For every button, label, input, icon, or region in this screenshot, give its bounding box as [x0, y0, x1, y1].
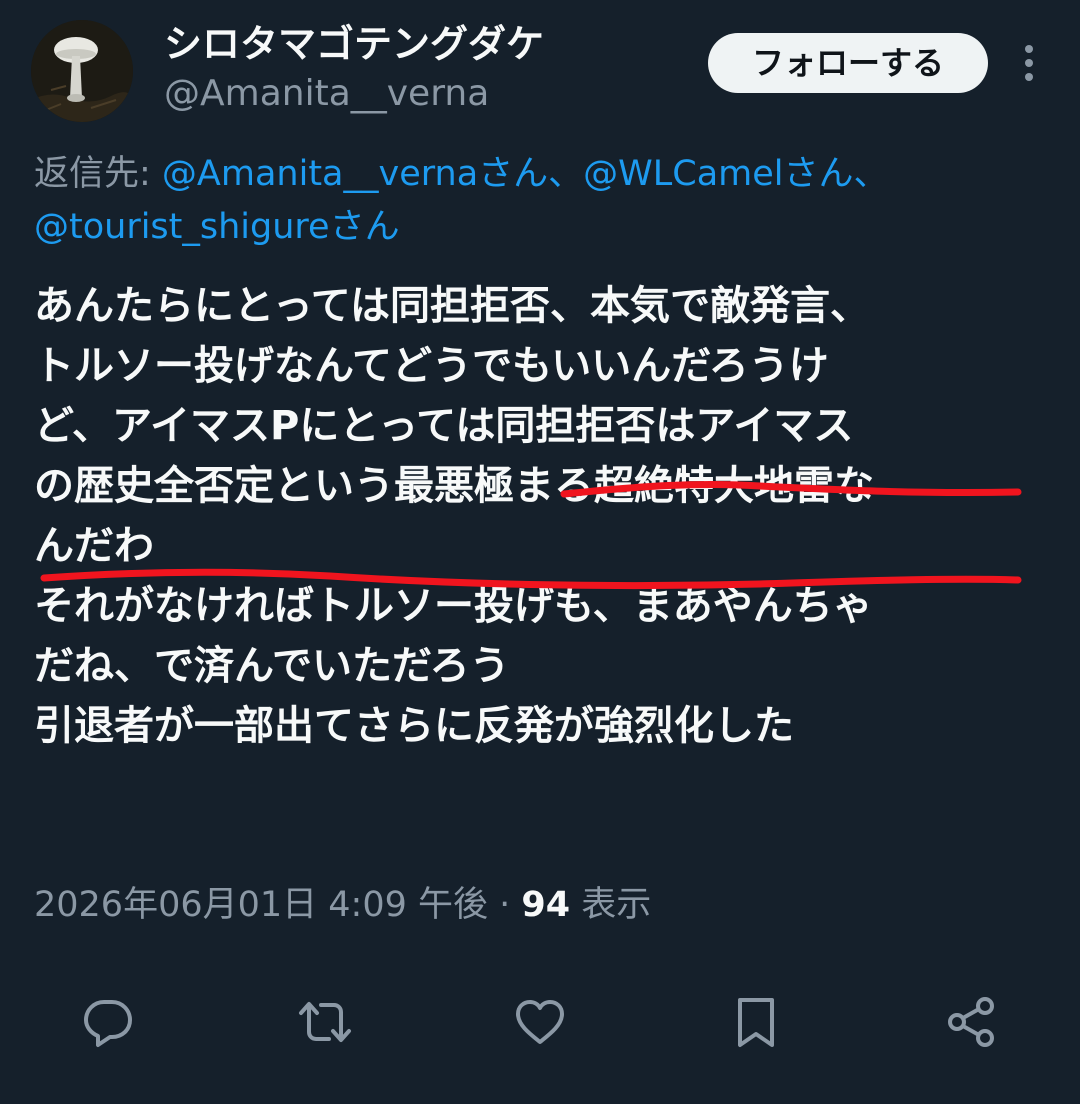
reply-button[interactable]: [80, 994, 136, 1050]
share-button[interactable]: [943, 994, 999, 1050]
meta-separator: ·: [488, 885, 522, 925]
like-icon: [516, 1000, 564, 1044]
retweet-button[interactable]: [297, 994, 353, 1050]
bookmark-button[interactable]: [728, 994, 784, 1050]
red-underline-marks: [40, 480, 1022, 590]
reply-icon: [84, 1000, 132, 1047]
retweet-icon: [299, 1002, 351, 1042]
like-button[interactable]: [512, 994, 568, 1050]
views-count: 94: [521, 885, 571, 925]
views-label: 表示: [570, 885, 652, 925]
timestamp[interactable]: 2026年06月01日 4:09 午後: [34, 885, 488, 925]
bookmark-icon: [738, 998, 774, 1047]
tweet-meta: 2026年06月01日 4:09 午後 · 94 表示: [34, 880, 651, 930]
share-icon: [948, 997, 994, 1047]
